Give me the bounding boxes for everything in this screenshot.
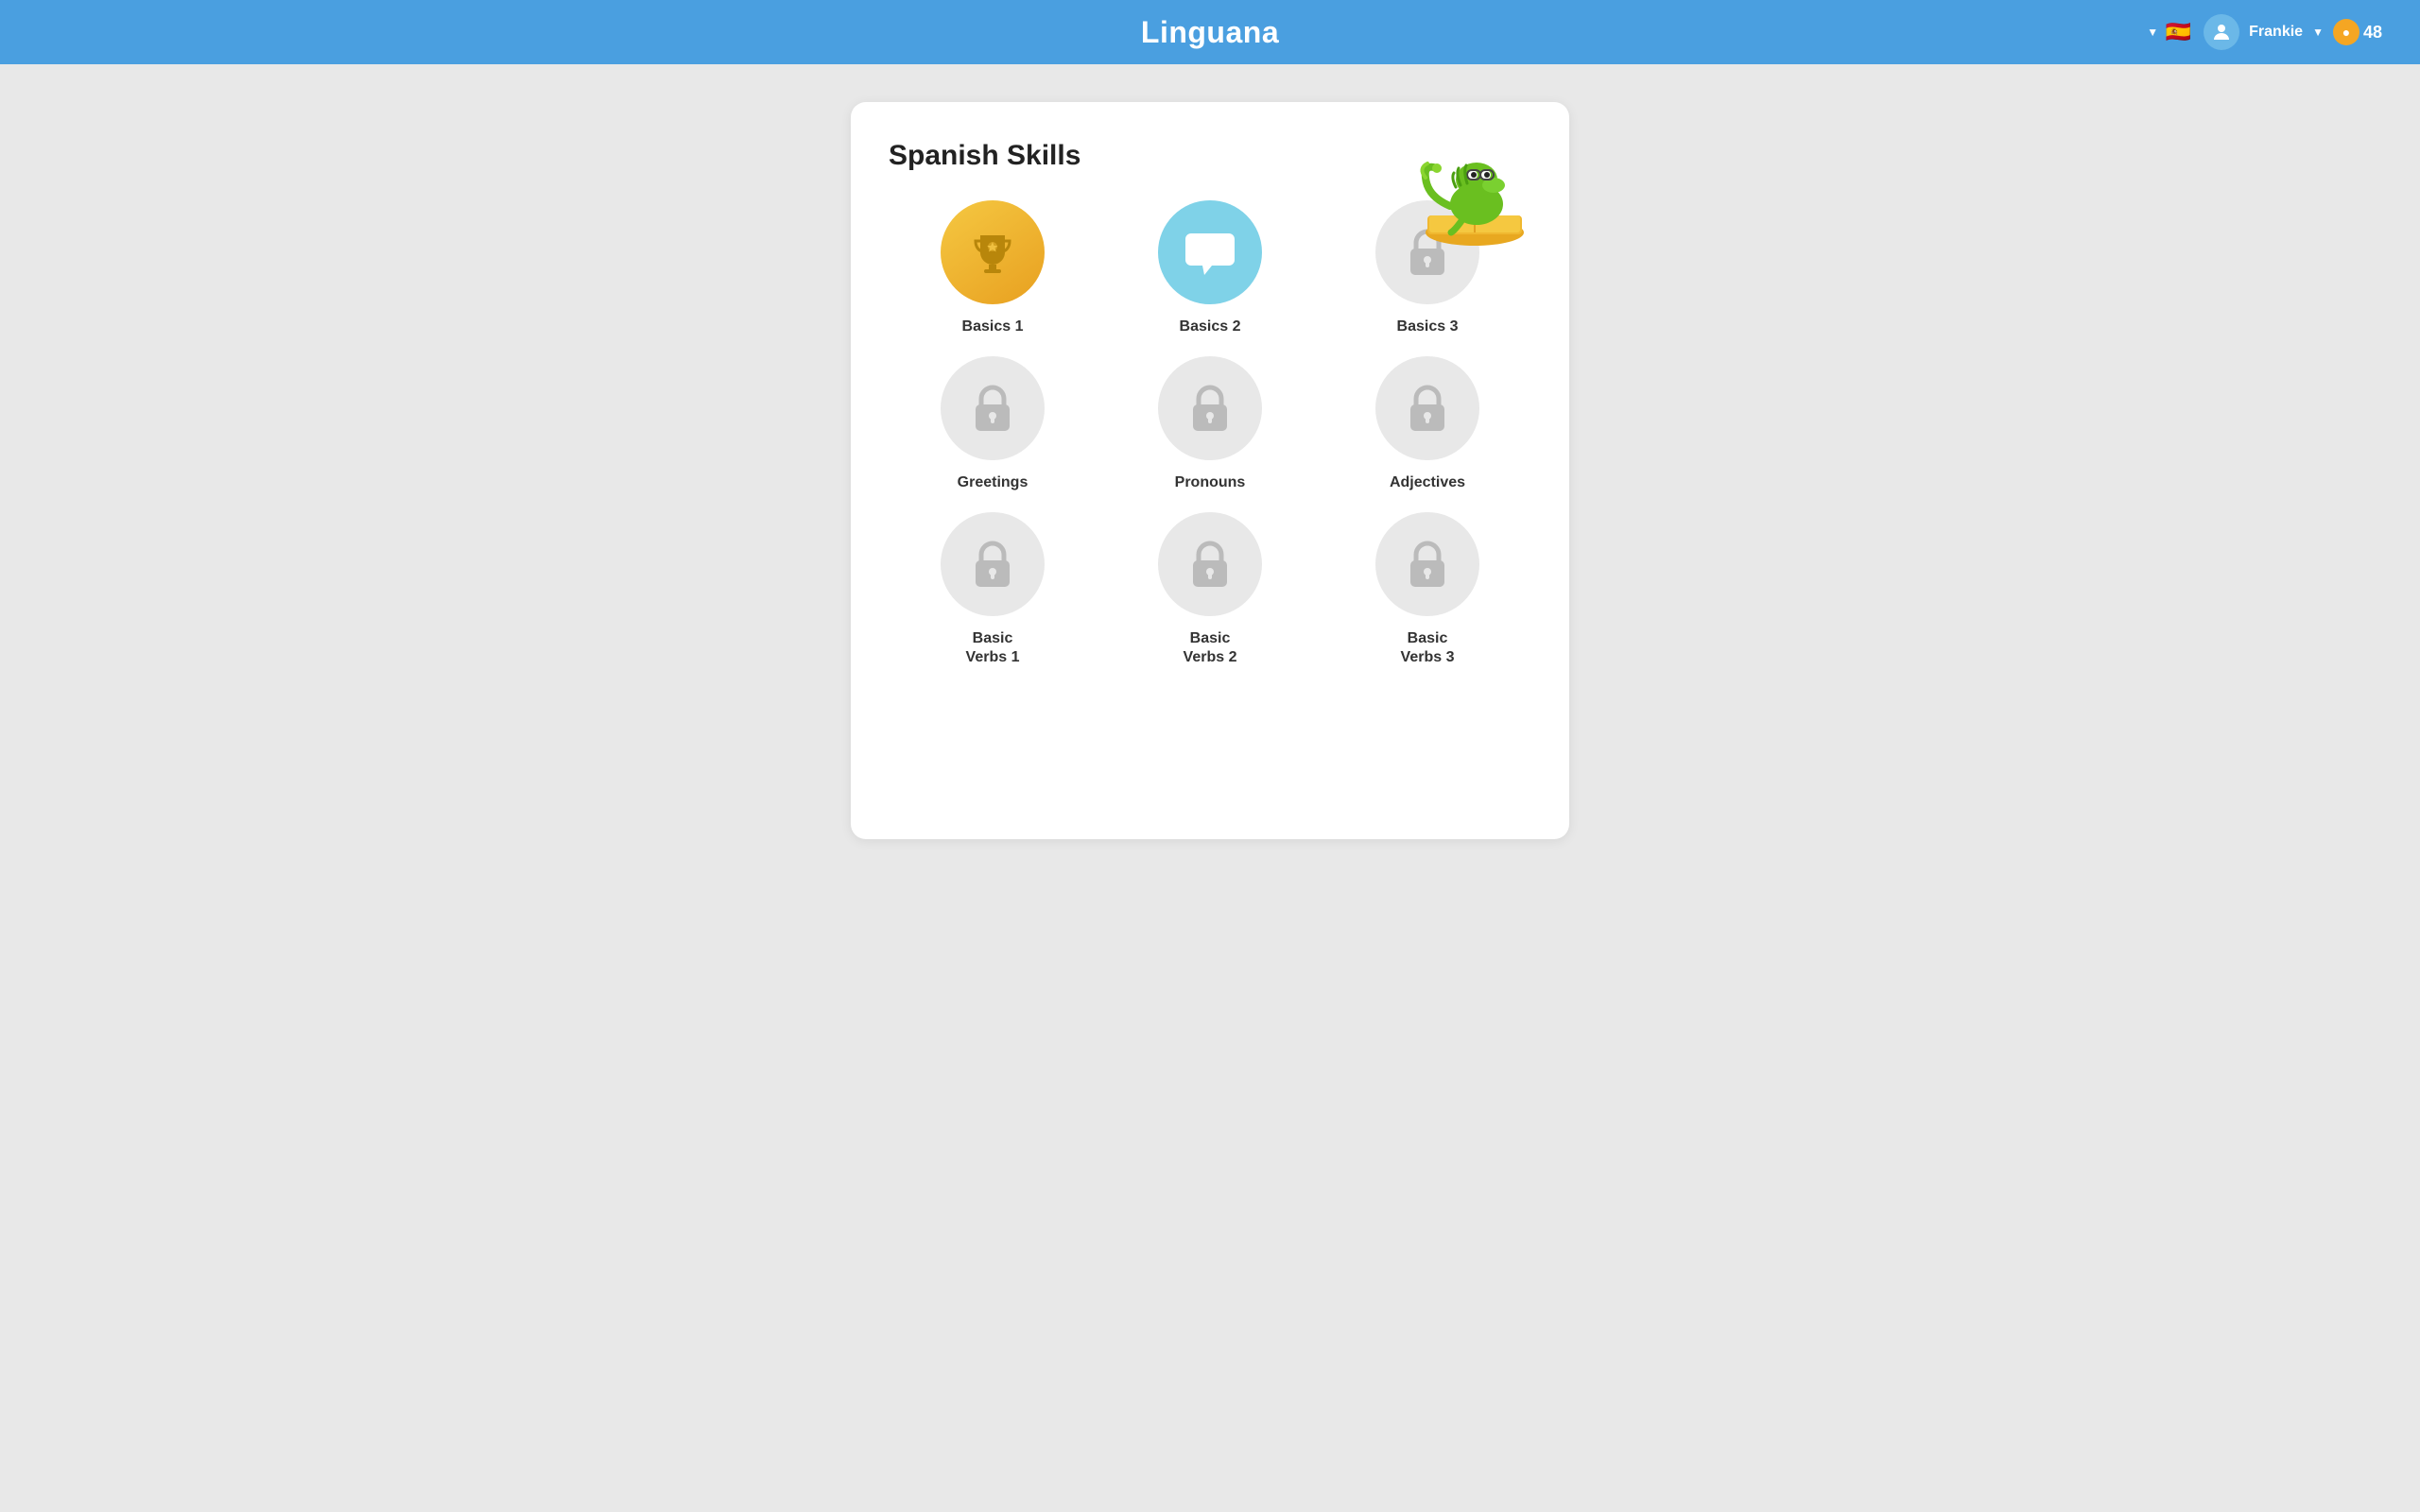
lock-icon <box>1407 540 1448 589</box>
coin-icon: ● <box>2333 19 2360 45</box>
skill-label-basics-2: Basics 2 <box>1180 318 1241 337</box>
username: Frankie <box>2249 24 2303 41</box>
skill-label-basic-verbs-1: BasicVerbs 1 <box>966 629 1020 669</box>
lock-icon <box>1189 384 1231 433</box>
skill-circle-basics-1[interactable] <box>941 200 1045 304</box>
skill-circle-pronouns <box>1158 356 1262 460</box>
language-selector[interactable]: ▼ 🇪🇸 <box>2147 16 2194 48</box>
skill-item-adjectives: Adjectives <box>1323 356 1531 493</box>
header-right: ▼ 🇪🇸 Frankie ▼ ● 48 <box>2147 14 2382 50</box>
header: Linguana ▼ 🇪🇸 Frankie ▼ ● 48 <box>0 0 2420 64</box>
skill-label-adjectives: Adjectives <box>1390 473 1465 493</box>
skill-label-greetings: Greetings <box>958 473 1028 493</box>
coin-display: ● 48 <box>2333 19 2382 45</box>
mascot-image <box>1409 121 1541 253</box>
skill-item-basics-1[interactable]: Basics 1 <box>889 200 1097 337</box>
skill-circle-greetings <box>941 356 1045 460</box>
skill-item-basics-2[interactable]: Basics 2 <box>1106 200 1314 337</box>
skills-card: Spanish Skills <box>851 102 1569 839</box>
skills-grid: Basics 1 Basics 2 Basics 3 Greetings <box>889 200 1531 668</box>
app-title: Linguana <box>1141 15 1279 50</box>
trophy-icon <box>968 228 1017 277</box>
chat-icon <box>1184 228 1236 277</box>
lock-icon <box>1407 384 1448 433</box>
flag-icon: 🇪🇸 <box>2162 16 2194 48</box>
user-chevron-icon: ▼ <box>2312 26 2324 39</box>
main-content: Spanish Skills <box>0 64 2420 877</box>
skill-item-greetings: Greetings <box>889 356 1097 493</box>
coin-count: 48 <box>2363 23 2382 43</box>
skill-label-basic-verbs-3: BasicVerbs 3 <box>1401 629 1455 669</box>
avatar <box>2204 14 2239 50</box>
skill-item-basic-verbs-1: BasicVerbs 1 <box>889 512 1097 669</box>
skill-label-basics-3: Basics 3 <box>1397 318 1459 337</box>
skill-label-basics-1: Basics 1 <box>962 318 1024 337</box>
lock-icon <box>972 384 1013 433</box>
skill-circle-basics-2[interactable] <box>1158 200 1262 304</box>
skill-label-pronouns: Pronouns <box>1175 473 1246 493</box>
skill-circle-basic-verbs-3 <box>1375 512 1479 616</box>
skill-label-basic-verbs-2: BasicVerbs 2 <box>1184 629 1237 669</box>
skill-item-basic-verbs-3: BasicVerbs 3 <box>1323 512 1531 669</box>
language-chevron-icon: ▼ <box>2147 26 2158 39</box>
lock-icon <box>1189 540 1231 589</box>
skill-circle-basic-verbs-2 <box>1158 512 1262 616</box>
skill-circle-basic-verbs-1 <box>941 512 1045 616</box>
skill-circle-adjectives <box>1375 356 1479 460</box>
skill-item-pronouns: Pronouns <box>1106 356 1314 493</box>
lock-icon <box>972 540 1013 589</box>
skill-item-basic-verbs-2: BasicVerbs 2 <box>1106 512 1314 669</box>
